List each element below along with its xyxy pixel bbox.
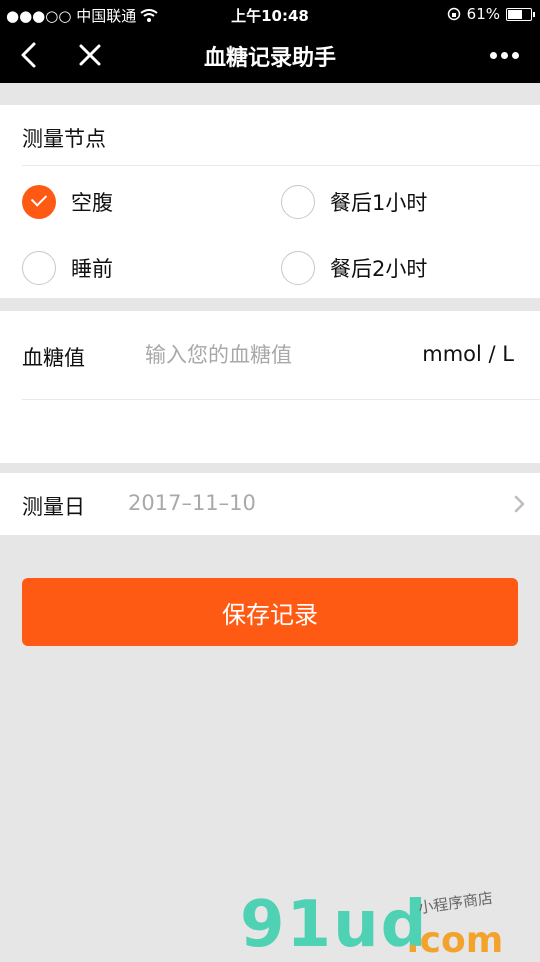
chevron-right-icon [514,495,525,513]
date-value[interactable]: 2017–11–10 [128,491,256,515]
battery-icon [506,7,535,21]
glucose-label: 血糖值 [22,346,85,370]
option-label: 空腹 [71,191,113,215]
divider [22,399,540,400]
watermark-brand: 91ud [240,888,429,962]
battery-info: 61% [447,5,535,23]
option-after-meal-1h[interactable]: 餐后1小时 [281,182,427,222]
measure-point-section: 测量节点 空腹 餐后1小时 睡前 餐后2小时 [0,105,540,298]
radio-unchecked-icon[interactable] [281,185,315,219]
option-before-sleep[interactable]: 睡前 [22,248,113,288]
status-bar: ●●●○○ 中国联通 上午10:48 61% [0,0,540,28]
glucose-input[interactable] [145,337,385,373]
navigation-bar: 血糖记录助手 [0,28,540,83]
option-label: 睡前 [71,257,113,281]
page-title: 血糖记录助手 [203,46,336,71]
radio-unchecked-icon[interactable] [22,251,56,285]
option-label: 餐后2小时 [330,257,428,281]
date-label: 测量日 [22,495,85,519]
watermark-tagline: 小程序商店 [417,888,494,918]
save-button[interactable]: 保存记录 [22,578,518,646]
radio-checked-icon[interactable] [22,185,56,219]
battery-percent: 61% [466,5,500,23]
radio-unchecked-icon[interactable] [281,251,315,285]
glucose-section: 血糖值 mmol / L [0,311,540,463]
orientation-lock-icon [447,7,460,21]
option-after-meal-2h[interactable]: 餐后2小时 [281,248,427,288]
watermark-domain: .com [406,920,504,961]
more-dots-icon[interactable] [486,42,522,68]
option-label: 餐后1小时 [330,191,428,215]
option-fasting[interactable]: 空腹 [22,182,113,222]
date-row[interactable]: 测量日 2017–11–10 [0,473,540,535]
divider [22,165,540,166]
glucose-unit: mmol / L [422,342,514,366]
watermark-logo: 91ud 小程序商店 .com [240,888,540,962]
section-title: 测量节点 [22,127,106,151]
